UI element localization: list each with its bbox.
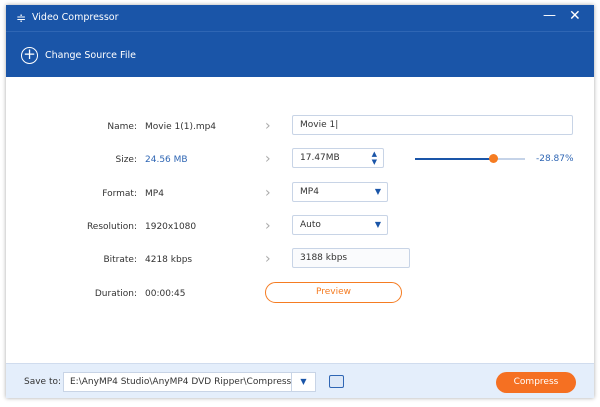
chevron-right-icon: › bbox=[265, 218, 271, 234]
format-select[interactable]: MP4 ▼ bbox=[292, 182, 388, 202]
source-size: 24.56 MB bbox=[145, 155, 188, 165]
chevron-right-icon: › bbox=[265, 151, 271, 167]
source-name: Movie 1(1).mp4 bbox=[145, 122, 217, 132]
source-format: MP4 bbox=[145, 189, 164, 199]
save-path-input[interactable]: E:\AnyMP4 Studio\AnyMP4 DVD Ripper\Compr… bbox=[63, 372, 292, 392]
size-value: 17.47MB bbox=[300, 153, 340, 163]
bitrate-row: Bitrate: 4218 kbps › 3188 kbps bbox=[6, 248, 594, 272]
chevron-right-icon: › bbox=[265, 185, 271, 201]
source-resolution: 1920x1080 bbox=[145, 222, 197, 232]
plus-circle-icon: + bbox=[21, 47, 38, 64]
close-icon[interactable]: ✕ bbox=[569, 8, 581, 24]
resolution-label: Resolution: bbox=[86, 222, 137, 232]
stepper-arrows-icon[interactable]: ▲ ▼ bbox=[372, 150, 377, 166]
resolution-select[interactable]: Auto ▼ bbox=[292, 215, 388, 235]
name-label: Name: bbox=[107, 122, 137, 132]
save-to-label: Save to: bbox=[24, 377, 62, 387]
bitrate-field: 3188 kbps bbox=[292, 248, 410, 268]
preview-button[interactable]: Preview bbox=[265, 282, 402, 303]
footer: Save to: E:\AnyMP4 Studio\AnyMP4 DVD Rip… bbox=[6, 363, 594, 398]
header: + Change Source File bbox=[6, 32, 594, 77]
duration-label: Duration: bbox=[94, 289, 137, 299]
change-source-label: Change Source File bbox=[45, 50, 136, 61]
slider-thumb[interactable] bbox=[489, 154, 499, 163]
resolution-value: Auto bbox=[300, 220, 321, 230]
format-label: Format: bbox=[102, 189, 137, 199]
size-stepper[interactable]: 17.47MB ▲ ▼ bbox=[292, 148, 384, 168]
video-compressor-window: ≑ Video Compressor — ✕ + Change Source F… bbox=[6, 5, 594, 398]
resolution-row: Resolution: 1920x1080 › Auto ▼ bbox=[6, 215, 594, 239]
name-row: Name: Movie 1(1).mp4 › Movie 1| bbox=[6, 115, 594, 139]
size-label: Size: bbox=[115, 155, 137, 165]
source-duration: 00:00:45 bbox=[145, 289, 186, 299]
source-bitrate: 4218 kbps bbox=[145, 255, 193, 265]
format-value: MP4 bbox=[300, 187, 319, 197]
compress-button[interactable]: Compress bbox=[496, 372, 576, 393]
slider-fill bbox=[415, 158, 494, 160]
bitrate-label: Bitrate: bbox=[103, 255, 137, 265]
chevron-down-icon: ▼ bbox=[374, 187, 381, 196]
duration-row: Duration: 00:00:45 Preview bbox=[6, 282, 594, 306]
size-row: Size: 24.56 MB › 17.47MB ▲ ▼ -28.87% bbox=[6, 148, 594, 172]
size-slider[interactable] bbox=[415, 154, 525, 163]
path-dropdown-button[interactable]: ▼ bbox=[292, 372, 316, 392]
chevron-right-icon: › bbox=[265, 118, 271, 134]
folder-icon[interactable] bbox=[329, 375, 344, 388]
name-input-value: Movie 1 bbox=[300, 120, 336, 130]
chevron-right-icon: › bbox=[265, 251, 271, 267]
window-title: Video Compressor bbox=[32, 12, 119, 23]
chevron-down-icon: ▼ bbox=[374, 220, 381, 229]
compress-icon: ≑ bbox=[16, 11, 27, 25]
format-row: Format: MP4 › MP4 ▼ bbox=[6, 182, 594, 206]
minimize-icon[interactable]: — bbox=[543, 8, 556, 23]
title-bar: ≑ Video Compressor — ✕ bbox=[6, 5, 594, 32]
size-change-percent: -28.87% bbox=[536, 154, 574, 164]
bitrate-value: 3188 kbps bbox=[300, 253, 348, 263]
name-input[interactable]: Movie 1| bbox=[292, 115, 573, 135]
